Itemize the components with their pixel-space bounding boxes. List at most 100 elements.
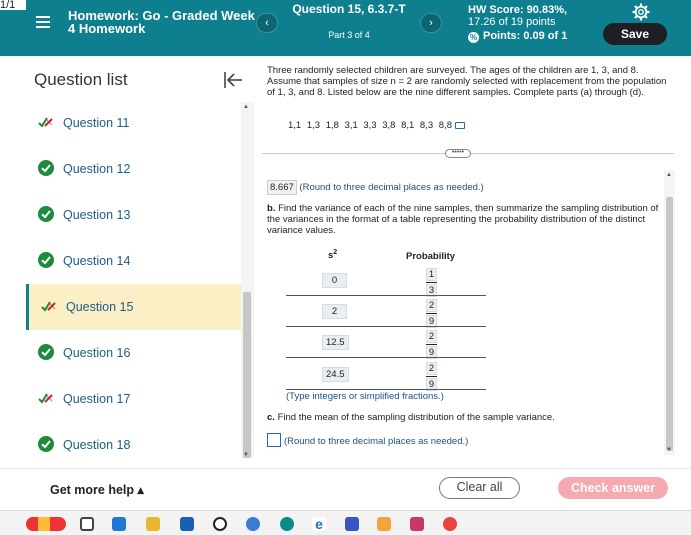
clear-all-button[interactable]: Clear all — [439, 477, 520, 499]
fraction-bar — [426, 376, 437, 377]
part-c-prompt: c. Find the mean of the sampling distrib… — [267, 412, 555, 423]
question-list-item-label: Question 11 — [63, 116, 130, 130]
copy-data-icon[interactable] — [454, 122, 465, 129]
scroll-up-arrow-icon[interactable]: ▲ — [243, 104, 249, 110]
part-a-answer-value: 8.667 — [267, 180, 297, 195]
fraction-numerator[interactable]: 2 — [426, 299, 437, 312]
table-hint: (Type integers or simplified fractions.) — [286, 391, 444, 402]
widgets-icon[interactable] — [112, 517, 126, 531]
s2-value[interactable]: 0 — [322, 273, 347, 288]
check-circle-icon — [38, 160, 54, 176]
internet-explorer-icon[interactable]: e — [312, 517, 326, 531]
question-list-item-label: Question 12 — [63, 162, 131, 176]
row-divider — [286, 389, 486, 390]
photos-icon[interactable] — [410, 517, 424, 531]
table-row: 0 13 — [286, 265, 486, 297]
probability-fraction: 29 — [426, 362, 437, 391]
footer-bar: Get more help ▴ Clear all Check answer — [0, 468, 691, 510]
s2-column-header: s2 — [328, 249, 337, 261]
question-list-item[interactable]: Question 12 — [26, 146, 241, 192]
video-app-icon[interactable] — [345, 517, 359, 531]
content-scroll-up-icon[interactable]: ▲ — [666, 172, 672, 178]
scroll-down-arrow-icon[interactable]: ▼ — [243, 452, 249, 458]
part-c-hint: (Round to three decimal places as needed… — [284, 436, 469, 447]
question-list-item[interactable]: Question 14 — [26, 238, 241, 284]
weather-widget-icon[interactable] — [26, 517, 66, 531]
check-circle-icon — [38, 344, 54, 360]
save-button[interactable]: Save — [603, 23, 667, 45]
fraction-bar — [426, 313, 437, 314]
fraction-numerator[interactable]: 2 — [426, 362, 437, 375]
question-list-item[interactable]: Question 16 — [26, 330, 241, 376]
s2-value[interactable]: 24.5 — [322, 367, 349, 382]
collapse-left-icon[interactable] — [223, 71, 243, 89]
chrome-icon[interactable] — [443, 517, 457, 531]
probability-fraction: 13 — [426, 268, 437, 297]
part-c-label: c. — [267, 412, 275, 423]
check-circle-icon — [38, 436, 54, 452]
part-indicator: Part 3 of 4 — [328, 30, 370, 40]
check-circle-icon — [38, 206, 54, 222]
edge-icon[interactable] — [280, 517, 294, 531]
probability-column-header: Probability — [406, 251, 456, 262]
question-content: Three randomly selected children are sur… — [258, 56, 678, 468]
question-list-title: Question list — [34, 70, 128, 89]
fraction-bar — [426, 282, 437, 283]
mail-icon[interactable] — [180, 517, 194, 531]
part-c-text: Find the mean of the sampling distributi… — [277, 412, 555, 423]
file-explorer-icon[interactable] — [146, 517, 160, 531]
s2-header-sup: 2 — [333, 249, 338, 256]
table-row: 24.5 2 9 — [286, 359, 486, 391]
question-list-item[interactable]: Question 11 — [26, 100, 241, 146]
question-list-item[interactable]: Question 13 — [26, 192, 241, 238]
table-row: 229 — [286, 296, 486, 328]
app-icon[interactable] — [246, 517, 260, 531]
sidebar-scrollbar-thumb[interactable] — [243, 292, 251, 458]
question-list-item-label: Question 18 — [63, 438, 131, 452]
part-c-answer-row: (Round to three decimal places as needed… — [267, 433, 468, 447]
question-list-item-label: Question 13 — [63, 208, 131, 222]
partial-credit-icon — [41, 301, 56, 312]
gear-icon[interactable] — [632, 3, 650, 21]
github-icon[interactable] — [213, 517, 227, 531]
question-title: Question 15, 6.3.7-T — [292, 2, 406, 16]
chevron-left-icon[interactable]: ‹ — [256, 13, 278, 33]
hamburger-icon[interactable] — [36, 16, 50, 28]
part-b-text: Find the variance of each of the nine sa… — [267, 203, 659, 236]
question-list-item[interactable]: Question 18 — [26, 422, 241, 468]
sample-list: 1,1 1,3 1,8 3,1 3,3 3,8 8,1 8,3 8,8 — [288, 120, 465, 131]
part-a-answer-row: 8.667 (Round to three decimal places as … — [267, 180, 484, 195]
s2-value[interactable]: 12.5 — [322, 335, 349, 350]
top-header: Homework: Go - Graded Week 4 Homework ‹ … — [0, 0, 691, 56]
check-circle-icon — [38, 252, 54, 268]
fraction-numerator[interactable]: 2 — [426, 330, 437, 343]
problem-statement: Three randomly selected children are sur… — [267, 65, 667, 98]
task-view-icon[interactable] — [80, 517, 94, 531]
probability-fraction: 29 — [426, 330, 437, 359]
question-points-text: Points: 0.09 of 1 — [483, 30, 568, 42]
question-list-item[interactable]: Question 17 — [26, 376, 241, 422]
s2-value[interactable]: 2 — [322, 304, 347, 319]
content-scrollbar-thumb[interactable] — [666, 197, 673, 451]
question-list-sidebar: Question list Question 11 Question 12 Ques… — [0, 56, 254, 468]
part-c-answer-input[interactable] — [267, 433, 281, 447]
question-list-item-label: Question 16 — [63, 346, 131, 360]
get-more-help-button[interactable]: Get more help ▴ — [50, 482, 144, 497]
question-list-item-label: Question 17 — [63, 392, 131, 406]
homework-title: Homework: Go - Graded Week 4 Homework — [68, 8, 255, 36]
fraction-numerator[interactable]: 1 — [426, 268, 437, 281]
store-icon[interactable] — [377, 517, 391, 531]
content-scroll-down-icon[interactable]: ▼ — [666, 447, 672, 453]
window-corner-text: 1/1 — [0, 0, 26, 10]
check-answer-button[interactable]: Check answer — [558, 477, 668, 499]
part-b-label: b. — [267, 203, 276, 214]
question-list-item[interactable]: Question 15 — [26, 284, 241, 330]
row-divider — [286, 357, 486, 358]
expand-more-button[interactable]: ••••• — [445, 149, 471, 158]
question-points: % Points: 0.09 of 1 — [468, 30, 567, 43]
chevron-right-icon[interactable]: › — [420, 13, 442, 33]
partial-credit-icon — [38, 117, 53, 128]
partial-credit-icon: % — [468, 32, 479, 43]
fraction-bar — [426, 344, 437, 345]
part-b-prompt: b. Find the variance of each of the nine… — [267, 203, 661, 236]
